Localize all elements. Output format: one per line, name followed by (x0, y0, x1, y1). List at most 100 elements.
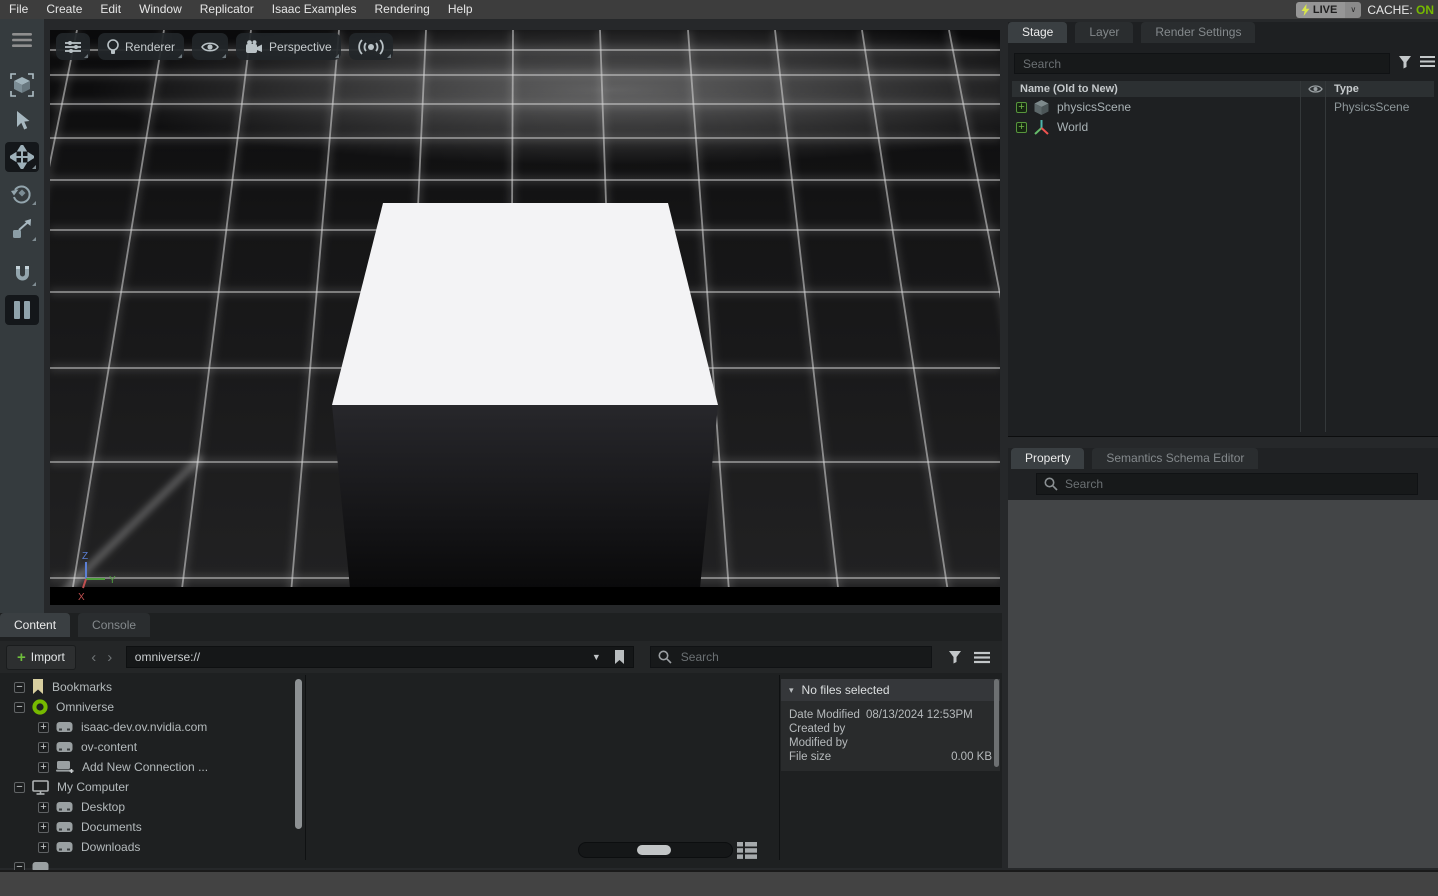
live-dropdown-button[interactable]: ∨ (1345, 2, 1361, 18)
snap-tool-button[interactable] (5, 259, 39, 289)
menu-rendering[interactable]: Rendering (365, 0, 438, 19)
menu-create[interactable]: Create (37, 0, 91, 19)
tree-item-desktop[interactable]: + Desktop (34, 797, 125, 817)
tab-stage[interactable]: Stage (1008, 22, 1067, 43)
viewport-3d[interactable]: Z Y X Renderer (50, 30, 1000, 605)
bookmark-folder-icon (32, 679, 44, 695)
menu-file[interactable]: File (0, 0, 37, 19)
menu-window[interactable]: Window (130, 0, 191, 19)
renderer-label: Renderer (125, 40, 175, 54)
nav-back-button[interactable]: ‹ (86, 649, 102, 666)
thumbnail-size-slider[interactable] (578, 842, 733, 858)
renderer-button[interactable]: Renderer (98, 33, 184, 60)
import-label: Import (31, 650, 65, 664)
live-button[interactable]: LIVE (1296, 2, 1345, 18)
content-file-tree: − Bookmarks − Omniverse + isaac-dev.ov.n… (0, 675, 292, 873)
content-search-input[interactable] (650, 646, 932, 668)
tab-semantics-schema-editor[interactable]: Semantics Schema Editor (1092, 448, 1258, 469)
import-button[interactable]: + Import (6, 645, 76, 670)
stage-row-world[interactable]: + World (1012, 117, 1434, 137)
slider-thumb[interactable] (637, 845, 671, 855)
content-browser-panel: Content Console + Import ‹ › omniverse:/… (0, 613, 1002, 868)
stage-filter-button[interactable] (1398, 55, 1412, 69)
move-tool-button[interactable] (5, 142, 39, 172)
select-tool-button[interactable] (5, 106, 39, 136)
cache-status: CACHE: ON (1367, 3, 1434, 17)
tree-divider (305, 675, 306, 860)
property-tabs: Property Semantics Schema Editor (1011, 448, 1258, 469)
column-type[interactable]: Type (1334, 83, 1359, 95)
rotate-tool-button[interactable] (5, 178, 39, 208)
path-field[interactable]: omniverse:// ▼ (126, 646, 634, 668)
expand-icon[interactable]: + (1016, 122, 1027, 133)
tree-scrollbar[interactable] (295, 679, 302, 829)
details-header[interactable]: ▾ No files selected (781, 679, 1000, 701)
rotate-icon (10, 181, 34, 205)
broadcast-button[interactable] (349, 33, 393, 60)
view-mode-button[interactable] (737, 842, 757, 859)
expand-icon[interactable]: + (38, 822, 49, 833)
detail-label: Created by (789, 723, 845, 737)
tab-render-settings[interactable]: Render Settings (1141, 22, 1255, 43)
tree-item-label: isaac-dev.ov.nvidia.com (81, 720, 207, 734)
property-empty-area (1008, 500, 1438, 868)
tree-item-documents[interactable]: + Documents (34, 817, 142, 837)
property-search-input[interactable] (1036, 473, 1418, 495)
collapse-icon[interactable]: − (14, 702, 25, 713)
menu-isaac-examples[interactable]: Isaac Examples (263, 0, 366, 19)
lightbulb-icon (107, 39, 119, 55)
tree-item-downloads[interactable]: + Downloads (34, 837, 140, 857)
tab-console[interactable]: Console (78, 613, 150, 637)
pause-button[interactable] (5, 295, 39, 325)
expand-icon[interactable]: + (38, 802, 49, 813)
tab-property[interactable]: Property (1011, 448, 1084, 469)
collapse-icon[interactable]: − (14, 682, 25, 693)
stage-search-input[interactable] (1014, 53, 1390, 74)
bookmark-icon[interactable] (614, 650, 625, 665)
nav-forward-button[interactable]: › (102, 649, 118, 666)
tab-layer[interactable]: Layer (1075, 22, 1133, 43)
tree-item-omniverse[interactable]: − Omniverse (10, 697, 114, 717)
content-options-button[interactable] (974, 651, 990, 664)
detail-value: 08/13/2024 12:53PM (866, 709, 973, 723)
tree-item-add-new-connection[interactable]: + Add New Connection ... (34, 757, 208, 777)
column-name[interactable]: Name (Old to New) (1012, 83, 1118, 95)
stage-tree-header[interactable]: Name (Old to New) Type (1012, 81, 1434, 97)
stage-options-button[interactable] (1420, 55, 1435, 68)
tree-item-my-computer[interactable]: − My Computer (10, 777, 129, 797)
expand-icon[interactable]: + (38, 762, 49, 773)
detail-label: Modified by (789, 737, 848, 751)
tab-content[interactable]: Content (0, 613, 70, 637)
detail-row-file-size: File size 0.00 KB (789, 751, 992, 765)
tree-item-bookmarks[interactable]: − Bookmarks (10, 677, 112, 697)
menu-help[interactable]: Help (439, 0, 482, 19)
camera-button[interactable]: Perspective (236, 33, 341, 60)
expand-icon[interactable]: + (1016, 102, 1027, 113)
collapse-icon[interactable]: − (14, 782, 25, 793)
visibility-button[interactable] (192, 33, 228, 60)
stage-row-physics-scene[interactable]: + physicsScene PhysicsScene (1012, 97, 1434, 117)
visibility-column-icon (1308, 84, 1323, 94)
expand-icon[interactable]: + (38, 842, 49, 853)
cube-mesh[interactable] (332, 203, 718, 588)
viewport-toolbar-left (0, 19, 44, 613)
tree-item-ov-content[interactable]: + ov-content (34, 737, 137, 757)
path-value: omniverse:// (135, 650, 200, 664)
toolbar-menu-button[interactable] (5, 25, 39, 55)
details-scrollbar[interactable] (994, 679, 999, 767)
select-mode-button[interactable] (5, 70, 39, 100)
scale-tool-button[interactable] (5, 214, 39, 244)
add-connection-icon (56, 760, 74, 774)
viewport-settings-button[interactable] (56, 33, 90, 60)
menu-edit[interactable]: Edit (91, 0, 130, 19)
tree-item-label: Bookmarks (52, 680, 112, 694)
details-body: Date Modified 08/13/2024 12:53PM Created… (781, 701, 1000, 771)
tree-item-isaac-dev-server[interactable]: + isaac-dev.ov.nvidia.com (34, 717, 207, 737)
path-dropdown-icon[interactable]: ▼ (592, 652, 601, 662)
search-icon (1044, 477, 1058, 491)
expand-icon[interactable]: + (38, 742, 49, 753)
content-filter-button[interactable] (948, 650, 962, 664)
menu-replicator[interactable]: Replicator (191, 0, 263, 19)
hamburger-icon (974, 651, 990, 664)
expand-icon[interactable]: + (38, 722, 49, 733)
